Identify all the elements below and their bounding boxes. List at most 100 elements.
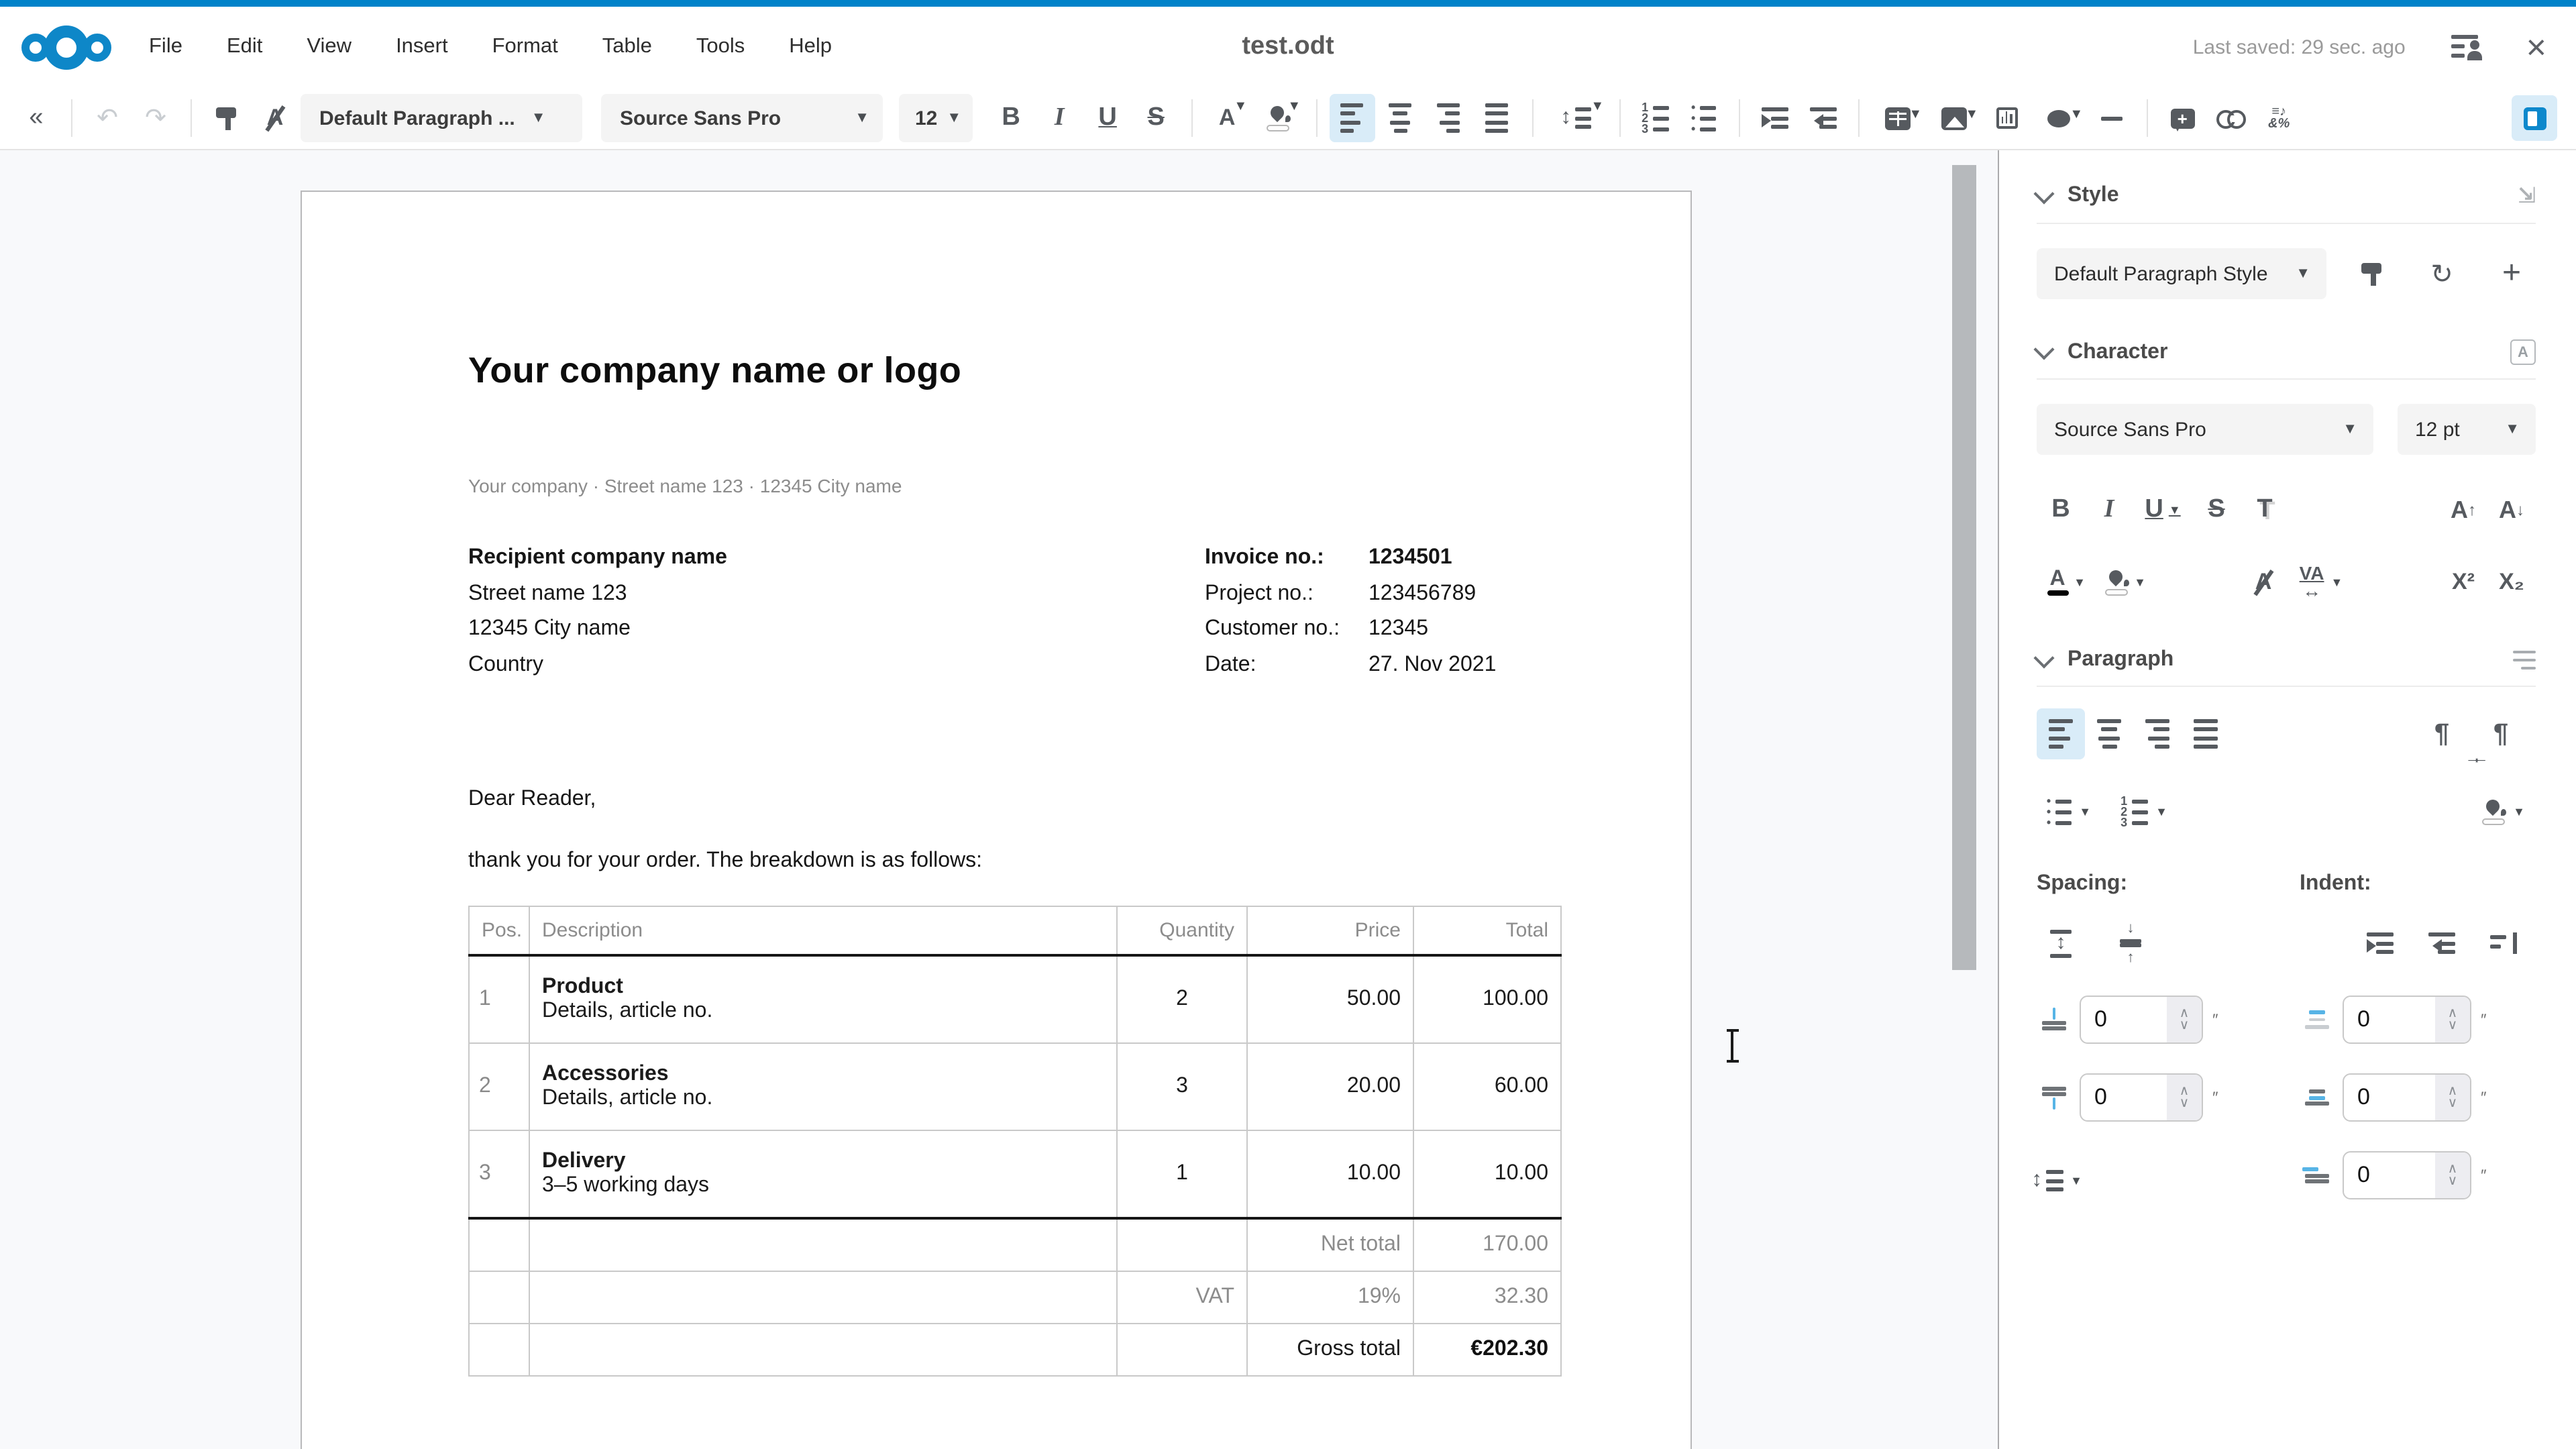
special-character-button[interactable]: ≡♪&% [2256,94,2302,142]
style-section-header[interactable]: Style ⇲ [2037,182,2536,209]
unordered-list-button[interactable]: ••• [1680,94,1726,142]
open-panel-icon[interactable]: ⇲ [2518,182,2536,209]
insert-comment-button[interactable]: + [2159,94,2205,142]
clear-formatting-button[interactable]: A [2239,557,2288,608]
font-name-select[interactable]: Source Sans Pro▼ [2037,404,2373,455]
strikethrough-button[interactable]: S [1133,94,1179,142]
italic-button[interactable]: I [2085,484,2133,535]
indent-increase-button[interactable] [1752,94,1797,142]
insert-table-button[interactable]: ▼ [1871,94,1925,142]
new-style-button[interactable]: + [2487,248,2536,299]
shape-icon [2047,109,2070,127]
bold-button[interactable]: B [2037,484,2085,535]
clear-formatting-button[interactable]: A [252,94,298,142]
menu-insert[interactable]: Insert [396,35,448,59]
shrink-font-button[interactable]: A↓ [2487,484,2536,535]
stepper[interactable]: ∧∨ [2167,997,2202,1042]
font-color-button[interactable]: A▼ [1204,94,1250,142]
character-spacing-button[interactable]: VA↔▼ [2288,557,2355,608]
unordered-list-button[interactable]: •••▼ [2037,786,2101,837]
font-name-dropdown[interactable]: Source Sans Pro▼ [601,94,883,142]
update-style-button[interactable] [2348,248,2396,299]
decrease-indent-button[interactable] [2418,918,2466,969]
underline-button[interactable]: U [1085,94,1130,142]
font-size-select[interactable]: 12 pt▼ [2398,404,2536,455]
collaborators-icon[interactable] [2451,35,2481,59]
insert-image-button[interactable]: ▼ [1927,94,1981,142]
hanging-indent-button[interactable] [2479,918,2528,969]
first-line-indent-field[interactable]: 0∧∨ [2343,1151,2471,1199]
increase-spacing-button[interactable]: ↕ [2037,918,2085,969]
menu-help[interactable]: Help [789,35,832,59]
vertical-scrollbar[interactable] [1952,165,1976,970]
close-icon[interactable]: × [2526,35,2546,59]
redo-button[interactable]: ↷ [133,94,178,142]
superscript-button[interactable]: X² [2439,557,2487,608]
menu-edit[interactable]: Edit [227,35,262,59]
before-indent-field[interactable]: 0∧∨ [2343,996,2471,1044]
align-justify-button[interactable] [1474,94,1519,142]
subscript-button[interactable]: X₂ [2487,557,2536,608]
italic-button[interactable]: I [1036,94,1082,142]
sidebar-toggle-button[interactable] [2512,94,2557,142]
increase-indent-button[interactable] [2356,918,2404,969]
paragraph-section-header[interactable]: Paragraph [2037,648,2536,672]
underline-button[interactable]: U▼ [2133,484,2192,535]
indent-decrease-icon [1809,107,1836,129]
above-spacing-field[interactable]: 0∧∨ [2080,996,2203,1044]
undo-button[interactable]: ↶ [85,94,130,142]
paragraph-background-button[interactable]: ▼ [2471,786,2536,837]
ordered-list-button[interactable]: 123 [1632,94,1678,142]
ordered-list-button[interactable]: 123▼ [2112,786,2176,837]
character-dialog-icon[interactable]: A [2510,339,2536,365]
align-left-button[interactable] [1329,94,1375,142]
menu-view[interactable]: View [307,35,352,59]
highlight-color-button[interactable]: ▼ [1252,94,1303,142]
paragraph-style-select[interactable]: Default Paragraph Style▼ [2037,248,2326,299]
last-saved-status: Last saved: 29 sec. ago [2193,36,2406,58]
line-spacing-button[interactable]: ↕▼ [1545,94,1607,142]
stepper[interactable]: ∧∨ [2435,1152,2470,1198]
shadow-button[interactable]: T [2241,484,2289,535]
align-left-button[interactable] [2037,708,2085,759]
paragraph-dialog-icon[interactable] [2513,650,2536,670]
insert-chart-button[interactable] [1984,94,2029,142]
refresh-style-button[interactable]: ↻ [2418,248,2466,299]
rtl-paragraph-button[interactable]: ¶← [2477,708,2536,759]
highlight-color-button[interactable]: ▼ [2096,557,2155,608]
nextcloud-logo[interactable] [21,25,111,69]
menu-file[interactable]: File [149,35,182,59]
menu-table[interactable]: Table [602,35,652,59]
stepper[interactable]: ∧∨ [2167,1075,2202,1120]
insert-shape-button[interactable]: ▼ [2032,94,2086,142]
align-right-button[interactable] [2133,708,2182,759]
line-spacing-button[interactable]: ↕▼ [2026,1155,2088,1206]
stepper[interactable]: ∧∨ [2435,997,2470,1042]
align-center-button[interactable] [1377,94,1423,142]
character-section-header[interactable]: Character A [2037,339,2536,365]
document-page[interactable]: Your company name or logo Your company ·… [301,191,1692,1449]
indent-decrease-button[interactable] [1800,94,1845,142]
document-canvas[interactable]: Your company name or logo Your company ·… [0,150,1998,1449]
align-center-button[interactable] [2085,708,2133,759]
align-justify-button[interactable] [2182,708,2230,759]
invoice-table[interactable]: Pos. Description Quantity Price Total 1 … [468,906,1562,1377]
font-size-dropdown[interactable]: 12▼ [899,94,972,142]
menu-tools[interactable]: Tools [696,35,745,59]
below-spacing-field[interactable]: 0∧∨ [2080,1073,2203,1122]
clone-formatting-button[interactable] [204,94,250,142]
horizontal-line-button[interactable] [2088,94,2134,142]
grow-font-button[interactable]: A↑ [2439,484,2487,535]
after-indent-field[interactable]: 0∧∨ [2343,1073,2471,1122]
decrease-spacing-button[interactable]: ↓↑ [2106,918,2155,969]
insert-link-button[interactable] [2208,94,2253,142]
bold-button[interactable]: B [988,94,1034,142]
font-color-button[interactable]: A▼ [2037,557,2096,608]
strikethrough-button[interactable]: S [2192,484,2241,535]
stepper[interactable]: ∧∨ [2435,1075,2470,1120]
paragraph-style-dropdown[interactable]: Default Paragraph ...▼ [301,94,582,142]
ltr-paragraph-button[interactable]: ¶→ [2418,708,2477,759]
collapse-toolbar-button[interactable]: « [13,94,59,142]
align-right-button[interactable] [1426,94,1471,142]
menu-format[interactable]: Format [492,35,558,59]
